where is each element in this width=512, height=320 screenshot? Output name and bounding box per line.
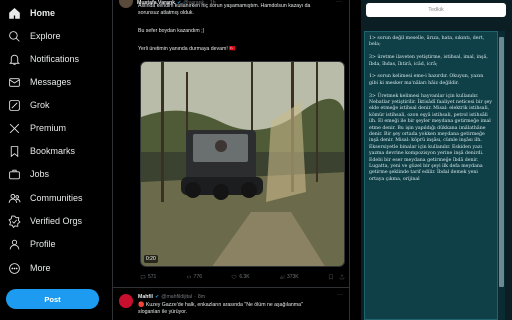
bell-icon bbox=[8, 53, 21, 66]
nav-communities[interactable]: Communities bbox=[8, 188, 83, 208]
tweet-author-row: Mustafa Varank ✔ @varank · 1h ··· bbox=[112, 0, 350, 9]
like-count: 6.3K bbox=[239, 274, 250, 280]
result-paragraph: 1> sorun kelimesi eme-i hazırdır. Okuyun… bbox=[369, 74, 484, 86]
tweet-text-line: 🔴 Kuzey Gazze'de halk, enkazların arasın… bbox=[138, 302, 303, 308]
nav-verified-orgs-label: Verified Orgs bbox=[30, 216, 83, 226]
envelope-icon bbox=[8, 76, 21, 89]
verified-icon: ✔ bbox=[177, 0, 182, 6]
tweet-text-line: sloganları ile yürüyor. bbox=[138, 309, 188, 315]
repost-count: 776 bbox=[193, 274, 203, 280]
tweet-header: Mustafa Varank ✔ @varank · 1h bbox=[137, 0, 216, 6]
video-frame bbox=[141, 62, 344, 266]
repost-icon bbox=[186, 275, 191, 279]
nav-profile-label: Profile bbox=[30, 239, 56, 249]
like-button[interactable]: 6.3K bbox=[231, 274, 250, 280]
result-paragraph: 1> sorun değil meselle, ârıza, hata, sık… bbox=[369, 36, 485, 48]
views-count: 373K bbox=[286, 274, 299, 280]
nav-more-label: More bbox=[30, 263, 51, 273]
tweet-text-line: Bu sefer boydan kazandım ;) bbox=[138, 28, 205, 34]
reply-icon bbox=[140, 275, 146, 280]
tweet-time[interactable]: 8m bbox=[198, 294, 205, 300]
separator-dot: · bbox=[206, 0, 208, 6]
video-time-badge: 0:20 bbox=[144, 255, 158, 263]
tweet-time[interactable]: 1h bbox=[210, 0, 216, 6]
reply-button[interactable]: 571 bbox=[140, 274, 156, 280]
views-icon bbox=[280, 275, 285, 279]
verified-icon: ✔ bbox=[155, 294, 160, 300]
nav-messages-label: Messages bbox=[30, 77, 72, 87]
user-icon bbox=[8, 238, 21, 251]
tweet-video[interactable]: 0:20 bbox=[140, 61, 345, 267]
search-icon bbox=[8, 30, 21, 43]
bookmark-icon[interactable] bbox=[328, 274, 334, 280]
author-handle[interactable]: @mahfildijital bbox=[161, 294, 192, 300]
nav-notifications-label: Notifications bbox=[30, 54, 80, 64]
nav-jobs-label: Jobs bbox=[30, 169, 50, 179]
result-paragraph: 3> üretme ilaveten yetiştirme, istihsal,… bbox=[369, 55, 488, 67]
tweet-actions: 571 776 6.3K 373K bbox=[140, 272, 345, 282]
people-icon bbox=[8, 192, 21, 205]
result-paragraph: 3> Üretmek kelimesi hayvanlar için kulla… bbox=[369, 93, 493, 182]
author-name[interactable]: Mahfil bbox=[138, 294, 153, 300]
separator-dot: · bbox=[194, 294, 196, 300]
nav-profile[interactable]: Profile bbox=[8, 234, 56, 254]
nav-verified-orgs[interactable]: Verified Orgs bbox=[8, 211, 82, 231]
post-button[interactable]: Post bbox=[6, 289, 99, 309]
verified-icon bbox=[8, 215, 21, 228]
nav-premium-label: Premium bbox=[30, 123, 67, 133]
sidebar-nav: Home Explore Notifications Messages Grok… bbox=[0, 0, 112, 320]
more-icon[interactable]: ··· bbox=[336, 0, 342, 5]
bookmark-share-group bbox=[328, 274, 345, 280]
more-icon[interactable]: ··· bbox=[337, 292, 343, 298]
dictionary-result: 1> sorun değil meselle, ârıza, hata, sık… bbox=[364, 31, 498, 320]
nav-explore-label: Explore bbox=[30, 31, 61, 41]
author-name[interactable]: Mustafa Varank bbox=[137, 0, 175, 6]
nav-home-label: Home bbox=[30, 8, 56, 18]
author-handle[interactable]: @varank bbox=[183, 0, 204, 6]
reply-count: 571 bbox=[148, 274, 157, 280]
nav-notifications[interactable]: Notifications bbox=[8, 49, 79, 69]
tweet[interactable]: Mahfil ✔ @mahfildijital · 8m ··· 🔴 Kuzey… bbox=[113, 288, 349, 320]
avatar[interactable] bbox=[119, 294, 133, 308]
tweet-text-line: Yerli üretimin yanında durmaya devam! 🇹🇷 bbox=[138, 46, 236, 52]
nav-bookmarks-label: Bookmarks bbox=[30, 146, 76, 156]
nav-more[interactable]: More bbox=[8, 258, 51, 278]
scrollbar[interactable] bbox=[498, 31, 505, 320]
nav-grok-label: Grok bbox=[30, 100, 50, 110]
more-circle-icon bbox=[8, 262, 21, 275]
dictionary-search-input[interactable]: Tedkik bbox=[366, 3, 506, 17]
nav-explore[interactable]: Explore bbox=[8, 26, 61, 46]
nav-grok[interactable]: Grok bbox=[8, 95, 50, 115]
nav-premium[interactable]: Premium bbox=[8, 118, 66, 138]
nav-messages[interactable]: Messages bbox=[8, 72, 71, 92]
nav-home[interactable]: Home bbox=[8, 3, 55, 23]
briefcase-icon bbox=[8, 168, 21, 181]
x-logo-icon bbox=[8, 122, 21, 135]
gutter bbox=[351, 0, 361, 320]
tweet-header: Mahfil ✔ @mahfildijital · 8m bbox=[138, 294, 205, 300]
repost-button[interactable]: 776 bbox=[186, 274, 202, 280]
timeline-feed: Aslında kendim kullanırken hiç sorun yaş… bbox=[112, 0, 350, 320]
nav-jobs[interactable]: Jobs bbox=[8, 164, 49, 184]
home-icon bbox=[8, 7, 21, 20]
share-icon[interactable] bbox=[339, 274, 345, 280]
dictionary-panel: Tedkik 1> sorun değil meselle, ârıza, ha… bbox=[361, 0, 512, 320]
nav-communities-label: Communities bbox=[30, 193, 83, 203]
scrollbar-thumb[interactable] bbox=[499, 37, 504, 287]
nav-bookmarks[interactable]: Bookmarks bbox=[8, 141, 75, 161]
views-button[interactable]: 373K bbox=[279, 274, 299, 280]
heart-icon bbox=[232, 275, 237, 280]
grok-icon bbox=[8, 99, 21, 112]
bookmark-icon bbox=[8, 145, 21, 158]
tweet-text-line: sorunsuz atlatmış olduk. bbox=[138, 10, 194, 16]
